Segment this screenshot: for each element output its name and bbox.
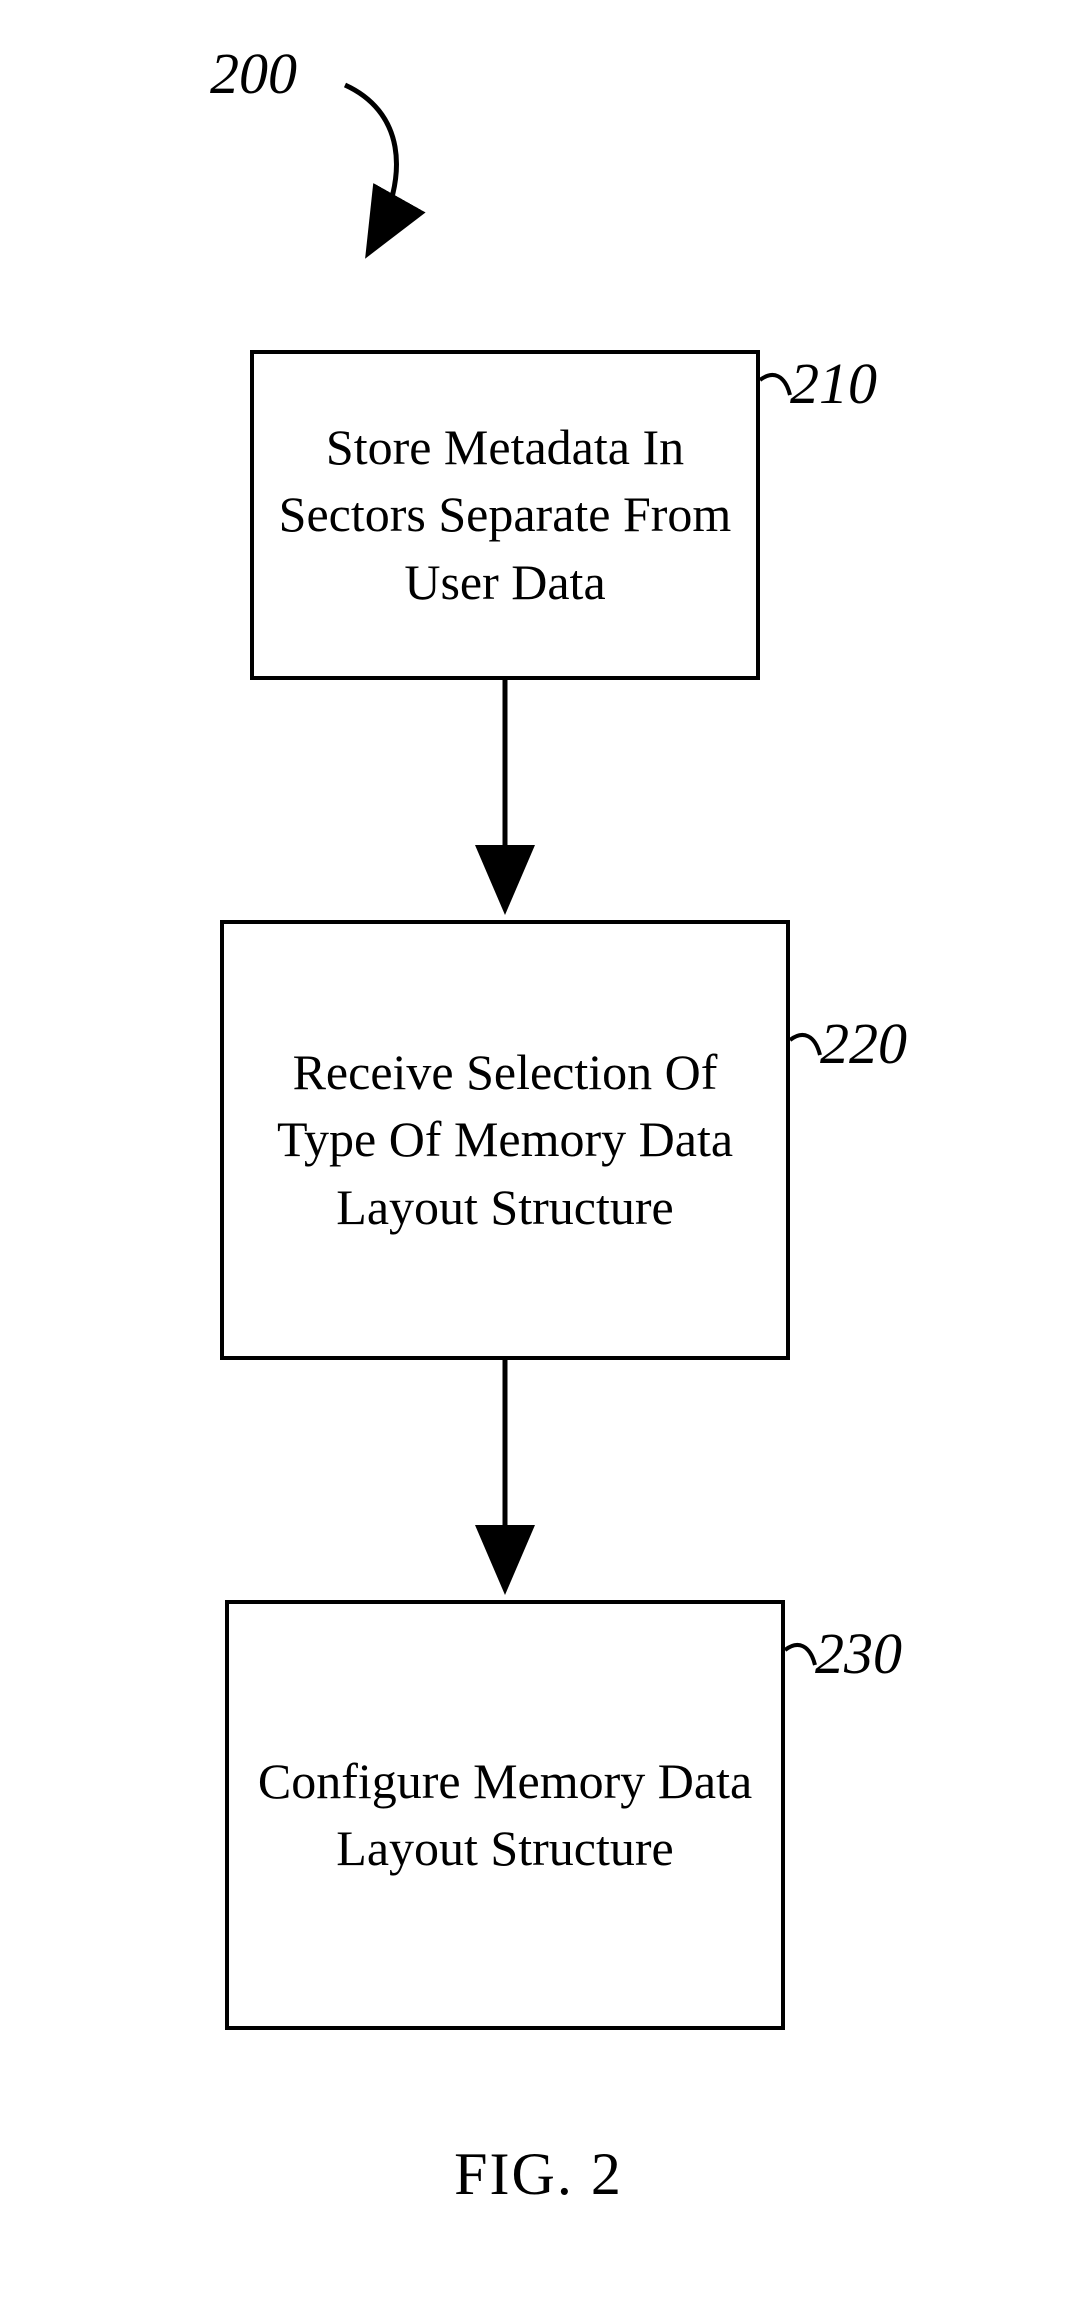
ref-leader-210 — [760, 375, 790, 395]
flow-step-1: Store Metadata In Sectors Separate From … — [250, 350, 760, 680]
flow-step-3-ref: 230 — [815, 1620, 902, 1687]
figure-caption: FIG. 2 — [0, 2140, 1077, 2209]
flow-step-2-ref: 220 — [820, 1010, 907, 1077]
figure-number-arrow — [345, 85, 396, 250]
flow-step-3-text: Configure Memory Data Layout Structure — [249, 1748, 761, 1883]
ref-leader-230 — [785, 1645, 815, 1665]
flow-step-3: Configure Memory Data Layout Structure — [225, 1600, 785, 2030]
flow-step-1-ref: 210 — [790, 350, 877, 417]
flow-step-2-text: Receive Selection Of Type Of Memory Data… — [244, 1039, 766, 1242]
figure-number-label: 200 — [210, 40, 297, 107]
flow-step-1-text: Store Metadata In Sectors Separate From … — [274, 414, 736, 617]
flowchart-canvas: 200 Store Metadata In Sectors Separate F… — [0, 0, 1077, 2298]
ref-leader-220 — [790, 1035, 820, 1055]
flow-step-2: Receive Selection Of Type Of Memory Data… — [220, 920, 790, 1360]
